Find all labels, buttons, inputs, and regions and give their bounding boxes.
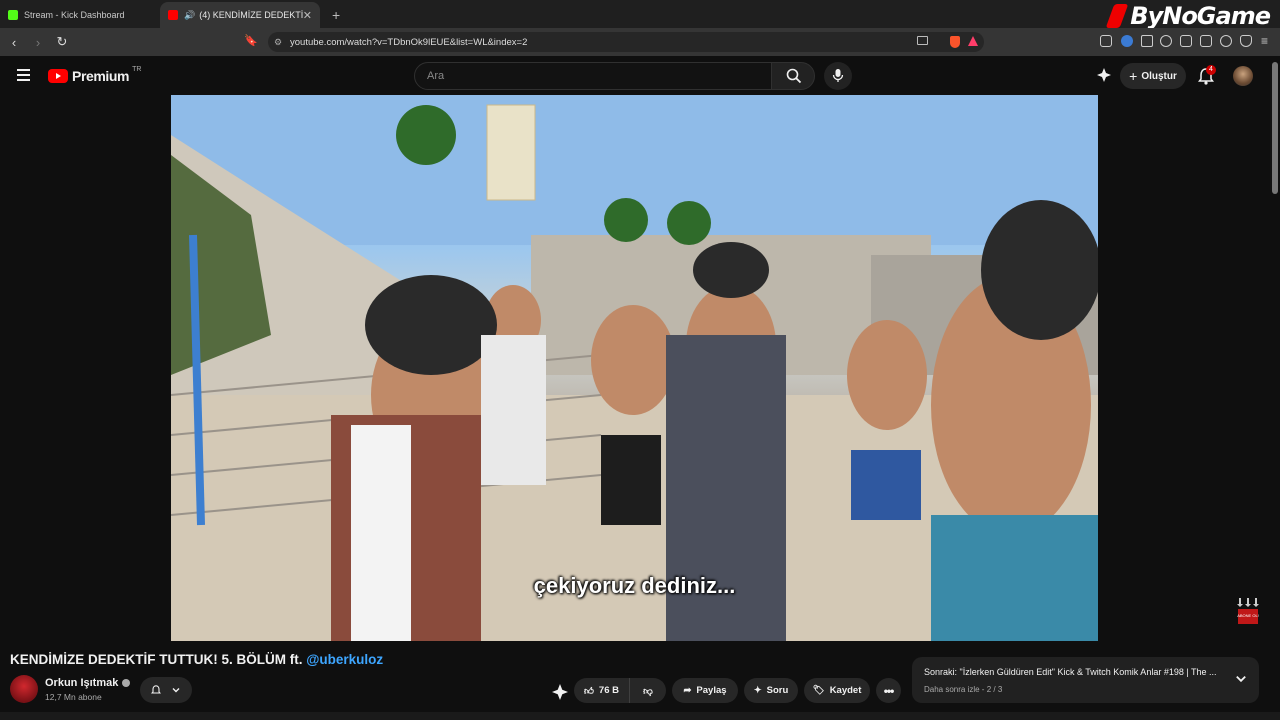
youtube-logo[interactable]: Premium TR — [48, 66, 141, 84]
address-bar[interactable]: ⚙ youtube.com/watch?v=TDbnOk9lEUE&list=W… — [268, 32, 984, 52]
forward-icon[interactable]: › — [28, 35, 48, 50]
subscribe-watermark-icon[interactable]: ABONE OL! — [1236, 598, 1260, 624]
brave-shield-icon[interactable] — [950, 36, 960, 48]
expand-chevron-icon[interactable] — [1235, 673, 1247, 685]
playlist-next-panel[interactable]: Sonraki: "İzlerken Güldüren Edit" Kick &… — [912, 657, 1259, 703]
vpn-icon[interactable] — [1240, 35, 1252, 47]
thumbs-up-icon: 👍︎ — [583, 685, 594, 697]
notification-count-badge: 4 — [1206, 65, 1216, 75]
page-scrollbar[interactable] — [1272, 62, 1278, 194]
subscribe-watermark-label: ABONE OL! — [1237, 613, 1259, 618]
search-button[interactable] — [771, 62, 815, 90]
microphone-icon — [832, 69, 844, 82]
video-title: KENDİMİZE DEDEKTİF TUTTUK! 5. BÖLÜM ft. … — [10, 652, 384, 667]
like-button[interactable]: 👍︎ 76 B — [574, 678, 630, 703]
chevron-down-icon — [172, 688, 180, 693]
extension-blue-icon[interactable] — [1121, 35, 1133, 47]
more-actions-button[interactable]: ••• — [876, 678, 901, 703]
hamburger-menu-icon[interactable] — [17, 69, 30, 84]
magic-wand-icon[interactable] — [1097, 68, 1111, 82]
music-icon[interactable] — [1160, 35, 1172, 47]
share-icon: ➦ — [683, 685, 692, 696]
reload-icon[interactable]: ↻ — [52, 34, 72, 50]
youtube-play-icon — [48, 69, 68, 83]
plus-icon: + — [1129, 68, 1138, 84]
extension-icon[interactable] — [1100, 35, 1112, 47]
browser-toolbar: ‹ › ↻ 🔖 ⚙ youtube.com/watch?v=TDbnOk9lEU… — [0, 28, 1280, 56]
channel-avatar[interactable] — [10, 675, 38, 703]
tab-label: (4) KENDİMİZE DEDEKTİF TUTTUK! 5. BÖLÜM … — [199, 10, 304, 20]
voice-search-button[interactable] — [824, 62, 852, 90]
new-tab-button[interactable]: + — [332, 2, 340, 28]
bell-icon — [151, 685, 161, 694]
bynogame-logo-mark — [1105, 4, 1129, 28]
url-text: youtube.com/watch?v=TDbnOk9lEUE&list=WL&… — [290, 36, 528, 48]
sparkle-icon: ✦ — [753, 685, 762, 696]
share-button[interactable]: ➦ Paylaş — [672, 678, 738, 703]
browser-tab-bar: Stream - Kick Dashboard 🔊 (4) KENDİMİZE … — [0, 0, 1280, 30]
wallet-icon[interactable] — [1200, 35, 1212, 47]
bynogame-watermark: ByNoGame — [1105, 2, 1271, 30]
save-button[interactable]: 🏷︎ Kaydet — [804, 678, 870, 703]
bookmark-icon[interactable]: 🔖 — [244, 34, 258, 47]
speaker-icon: 🔊 — [184, 9, 196, 20]
search-icon — [786, 68, 802, 84]
cast-icon[interactable] — [917, 36, 928, 45]
mention-link[interactable]: @uberkuloz — [306, 652, 383, 667]
tab-youtube-video[interactable]: 🔊 (4) KENDİMİZE DEDEKTİF TUTTUK! 5. BÖLÜ… — [160, 2, 320, 28]
video-player[interactable]: çekiyoruz dediniz... — [171, 95, 1098, 641]
tab-label: Stream - Kick Dashboard — [24, 10, 125, 20]
ask-button[interactable]: ✦ Soru — [744, 678, 798, 703]
tab-kick-dashboard[interactable]: Stream - Kick Dashboard — [0, 2, 160, 28]
leo-ai-icon[interactable] — [1220, 35, 1232, 47]
verified-badge-icon — [122, 679, 131, 688]
back-icon[interactable]: ‹ — [4, 35, 24, 50]
youtube-favicon-icon — [168, 10, 178, 20]
ai-summary-icon[interactable] — [552, 684, 568, 700]
thumbs-down-icon: 👎︎ — [643, 685, 653, 697]
sidebar-icon[interactable] — [1180, 35, 1192, 47]
brave-rewards-icon[interactable] — [968, 36, 978, 46]
dislike-button[interactable]: 👎︎ — [630, 678, 666, 703]
menu-icon[interactable]: ≡ — [1261, 34, 1268, 48]
subscription-notification-button[interactable] — [140, 677, 192, 703]
playlist-position: Daha sonra izle - 2 / 3 — [924, 685, 1003, 694]
next-video-title: Sonraki: "İzlerken Güldüren Edit" Kick &… — [924, 667, 1217, 677]
tab-close-icon[interactable]: ✕ — [303, 9, 312, 22]
account-avatar[interactable] — [1233, 66, 1253, 86]
bookmark-outline-icon: 🏷︎ — [812, 685, 825, 696]
video-subtitle: çekiyoruz dediniz... — [533, 573, 736, 598]
kick-favicon-icon — [8, 10, 18, 20]
site-info-icon[interactable]: ⚙ — [274, 37, 282, 48]
create-button[interactable]: + Oluştur — [1120, 63, 1186, 89]
youtube-header: Premium TR Ara + Oluştur 4 — [0, 56, 1280, 96]
below-fold-strip — [0, 712, 1280, 720]
channel-name[interactable]: Orkun Işıtmak — [45, 677, 131, 689]
subscriber-count: 12,7 Mn abone — [45, 692, 102, 702]
search-input[interactable]: Ara — [414, 62, 772, 90]
more-dots-icon: ••• — [883, 683, 895, 698]
video-frame-scene — [171, 95, 1098, 641]
puzzle-icon[interactable] — [1141, 35, 1153, 47]
